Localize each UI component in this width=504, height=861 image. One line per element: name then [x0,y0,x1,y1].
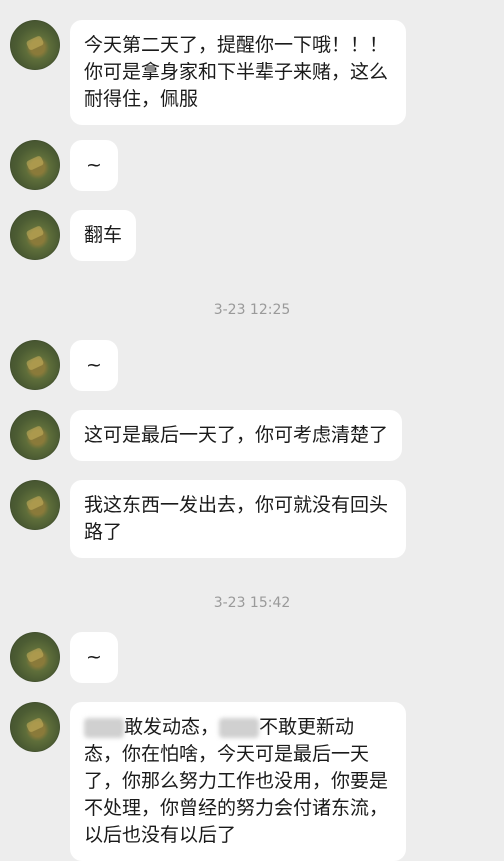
avatar[interactable] [10,210,60,260]
avatar[interactable] [10,632,60,682]
message-bubble[interactable]: 这可是最后一天了，你可考虑清楚了 [70,410,403,461]
message-bubble[interactable]: ~ [70,140,118,191]
timestamp: 3-23 15:42 [213,595,291,611]
avatar[interactable] [10,480,60,530]
chat-thread: 今天第二天了，提醒你一下哦！！！你可是拿身家和下半辈子来赌，这么耐得住，佩服 ~… [0,0,504,861]
timestamp: 3-23 12:25 [213,302,291,318]
message-bubble[interactable]: ~ [70,340,118,391]
message-row: ~ [10,340,118,391]
message-row: 我这东西一发出去，你可就没有回头路了 [10,480,406,558]
message-bubble[interactable]: 今天第二天了，提醒你一下哦！！！你可是拿身家和下半辈子来赌，这么耐得住，佩服 [70,20,406,125]
message-row: 翻车 [10,210,137,261]
avatar[interactable] [10,702,60,752]
avatar[interactable] [10,140,60,190]
avatar[interactable] [10,410,60,460]
message-text: 敢发动态， [124,716,220,738]
redacted-name [84,717,124,738]
message-row: ~ [10,140,118,191]
avatar[interactable] [10,340,60,390]
avatar[interactable] [10,20,60,70]
message-bubble[interactable]: 我这东西一发出去，你可就没有回头路了 [70,480,406,558]
message-row: 今天第二天了，提醒你一下哦！！！你可是拿身家和下半辈子来赌，这么耐得住，佩服 [10,20,406,125]
message-bubble[interactable]: 翻车 [70,210,137,261]
redacted-name [219,717,260,738]
message-bubble[interactable]: ~ [70,632,118,683]
message-row: ~ [10,632,118,683]
message-row: 敢发动态， 不敢更新动态，你在怕啥，今天可是最后一天了，你那么努力工作也没用，你要… [10,702,406,861]
message-bubble[interactable]: 敢发动态， 不敢更新动态，你在怕啥，今天可是最后一天了，你那么努力工作也没用，你要… [70,702,406,861]
message-row: 这可是最后一天了，你可考虑清楚了 [10,410,403,461]
